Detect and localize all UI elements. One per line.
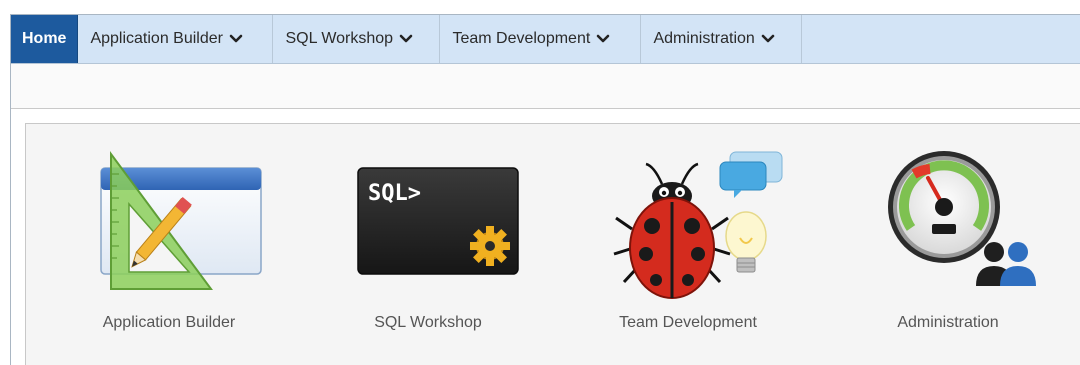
nav-home-label: Home [22,30,67,47]
tile-administration-label: Administration [897,314,999,331]
application-builder-icon [69,124,269,304]
tile-application-builder[interactable]: Application Builder [69,124,269,364]
tile-application-builder-label: Application Builder [102,314,236,331]
tile-sql-workshop[interactable]: SQL> SQL Workshop [328,124,528,364]
app-frame: Home Application Builder SQL Workshop Te… [10,14,1080,365]
nav-team-development[interactable]: Team Development [440,15,642,63]
tile-team-development-label: Team Development [619,314,757,331]
nav-administration-label: Administration [653,30,755,47]
nav-sql-workshop-label: SQL Workshop [285,30,394,47]
sql-prompt-text: SQL> [368,181,421,206]
nav-team-development-label: Team Development [452,30,591,47]
component-panel: Application Builder SQL> SQL Workshop Te… [25,123,1080,365]
nav-application-builder-label: Application Builder [90,30,223,47]
nav-administration[interactable]: Administration [641,15,803,63]
team-development-icon [588,124,788,304]
nav-application-builder[interactable]: Application Builder [78,15,274,63]
administration-icon [848,124,1048,304]
tile-sql-workshop-label: SQL Workshop [374,314,482,331]
chevron-down-icon [399,34,413,44]
chevron-down-icon [761,34,775,44]
main-nav: Home Application Builder SQL Workshop Te… [11,15,1080,64]
tile-team-development[interactable]: Team Development [588,124,788,364]
chevron-down-icon [596,34,610,44]
sub-header-bar [11,64,1080,109]
nav-sql-workshop[interactable]: SQL Workshop [273,15,441,63]
chevron-down-icon [229,34,243,44]
sql-workshop-icon: SQL> [328,124,528,304]
tile-administration[interactable]: Administration [848,124,1048,364]
nav-home[interactable]: Home [11,15,79,63]
